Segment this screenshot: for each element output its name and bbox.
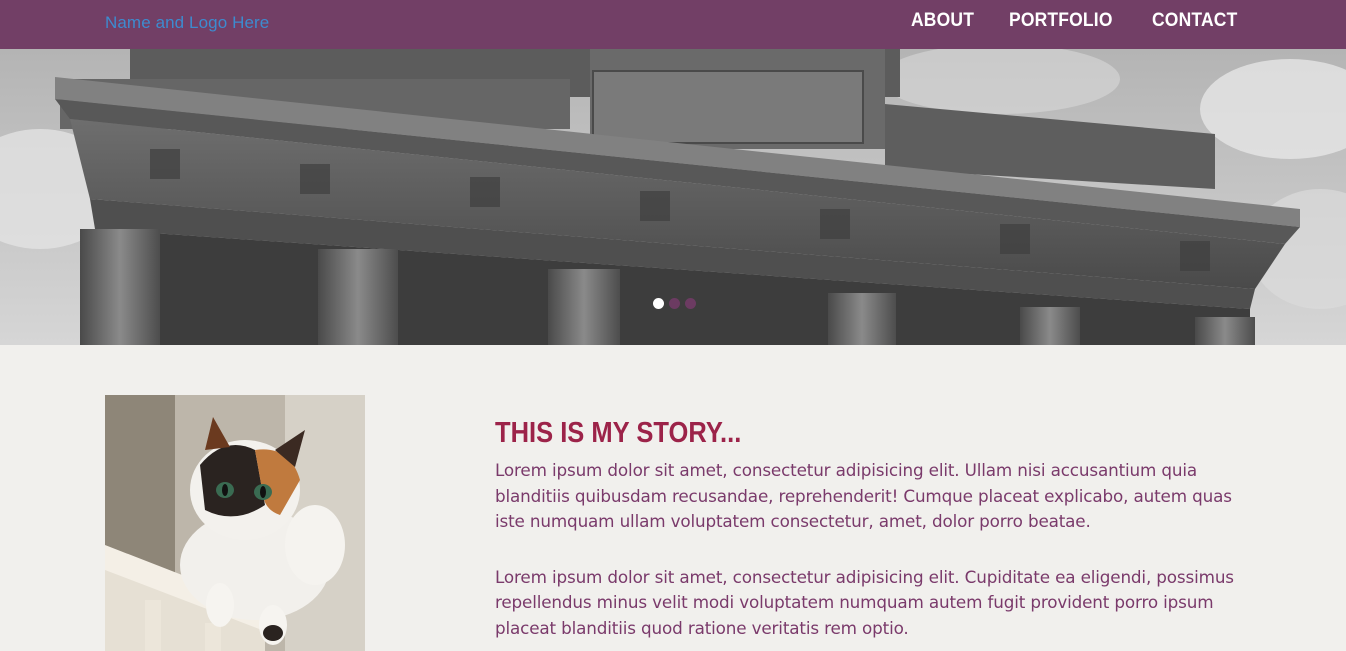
story-paragraph: Lorem ipsum dolor sit amet, consectetur … — [495, 460, 1232, 531]
carousel-indicators — [653, 298, 696, 309]
cat-photo-image — [105, 395, 365, 651]
profile-photo — [105, 395, 365, 651]
story-title: THIS IS MY STORY... — [495, 417, 742, 449]
brand-logo-link[interactable]: Name and Logo Here — [105, 13, 269, 33]
story-section: THIS IS MY STORY... Lorem ipsum dolor si… — [495, 413, 1255, 641]
top-navbar: Name and Logo Here ABOUT PORTFOLIO CONTA… — [0, 0, 1346, 49]
hero-carousel — [0, 49, 1346, 345]
main-nav: ABOUT PORTFOLIO CONTACT — [911, 10, 1245, 32]
carousel-dot-2[interactable] — [669, 298, 680, 309]
nav-link-contact[interactable]: CONTACT — [1152, 10, 1237, 32]
nav-link-about[interactable]: ABOUT — [911, 10, 974, 32]
nav-link-portfolio[interactable]: PORTFOLIO — [1009, 10, 1113, 32]
carousel-dot-3[interactable] — [685, 298, 696, 309]
carousel-dot-1[interactable] — [653, 298, 664, 309]
story-paragraph: Lorem ipsum dolor sit amet, consectetur … — [495, 566, 1234, 638]
